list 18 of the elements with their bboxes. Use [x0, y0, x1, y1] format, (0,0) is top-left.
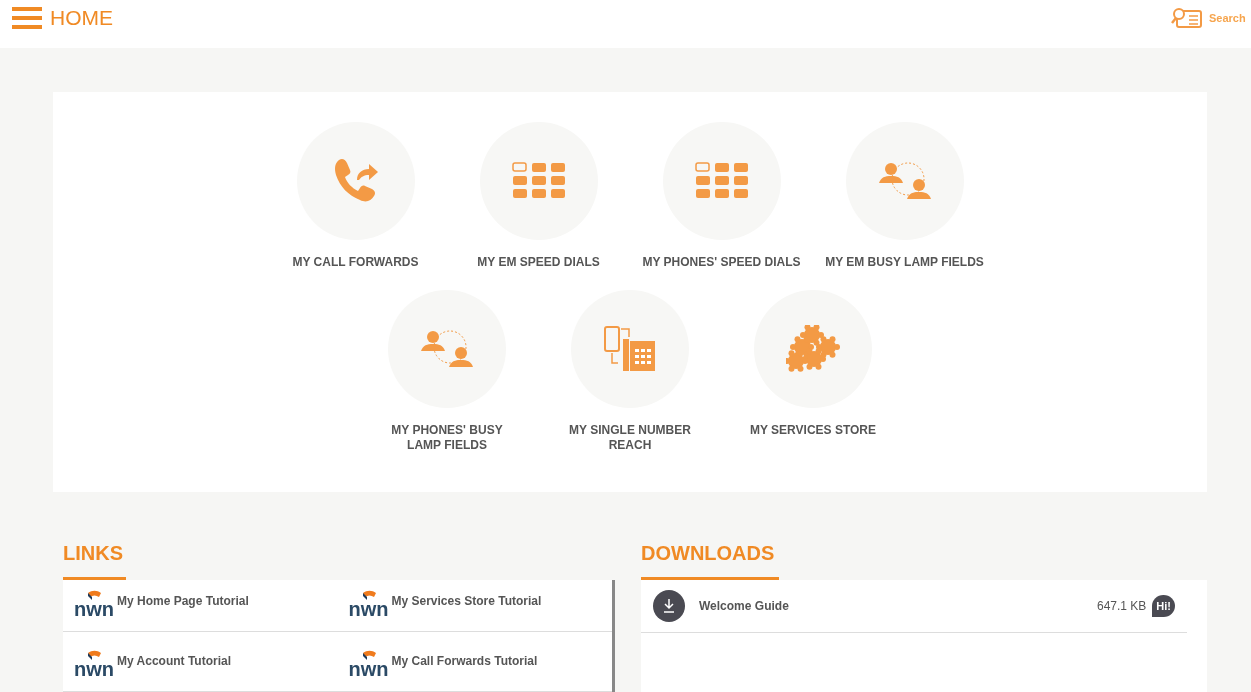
tile-label[interactable]: MY SERVICES STORE [749, 423, 876, 438]
download-icon[interactable] [653, 590, 685, 622]
download-name[interactable]: Welcome Guide [699, 599, 1083, 613]
tile-label[interactable]: MY PHONES' BUSY LAMP FIELDS [377, 423, 517, 453]
page-title: HOME [50, 6, 113, 30]
tile-label[interactable]: MY EM SPEED DIALS [477, 255, 600, 270]
tile-label[interactable]: MY EM BUSY LAMP FIELDS [825, 255, 984, 270]
menu-icon[interactable] [12, 7, 42, 29]
chat-bubble-badge[interactable]: Hi! [1152, 595, 1175, 617]
search-card-icon[interactable] [1171, 7, 1203, 29]
file-size: 647.1 KB [1096, 599, 1147, 613]
phone-and-desk-phone-icon [603, 325, 657, 373]
puzzle-pieces-icon [786, 325, 840, 373]
keypad-icon [511, 161, 566, 201]
tile-label[interactable]: MY CALL FORWARDS [292, 255, 419, 270]
tile-label[interactable]: MY SINGLE NUMBER REACH [560, 423, 700, 453]
keypad-icon [694, 161, 749, 201]
tile-label[interactable]: MY PHONES' SPEED DIALS [642, 255, 801, 270]
